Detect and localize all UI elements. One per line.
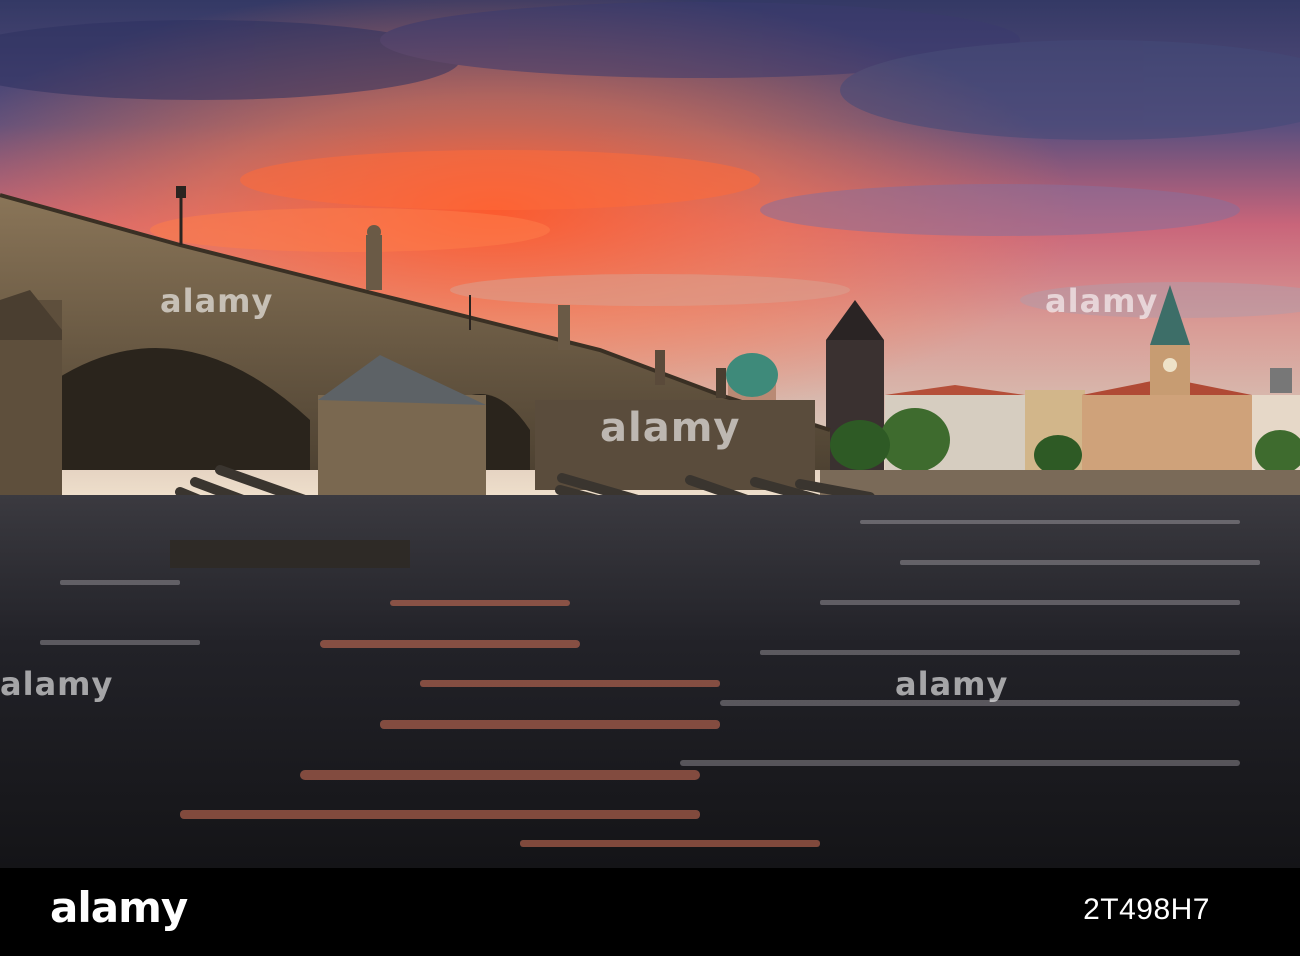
photo: alamy alamy alamy alamy alamy xyxy=(0,0,1300,868)
watermark-upper-left: alamy xyxy=(160,282,274,320)
footer-logo: alamy xyxy=(50,883,188,941)
image-id: 2T498H7 xyxy=(1083,893,1210,926)
watermark-center: alamy xyxy=(600,405,741,451)
watermark-lower-right: alamy xyxy=(895,665,1009,703)
log-platform-front xyxy=(170,540,410,568)
watermark-upper-right: alamy xyxy=(1045,282,1159,320)
watermark-lower-left: alamy xyxy=(0,665,114,703)
alamy-logo-text: alamy xyxy=(50,883,188,932)
